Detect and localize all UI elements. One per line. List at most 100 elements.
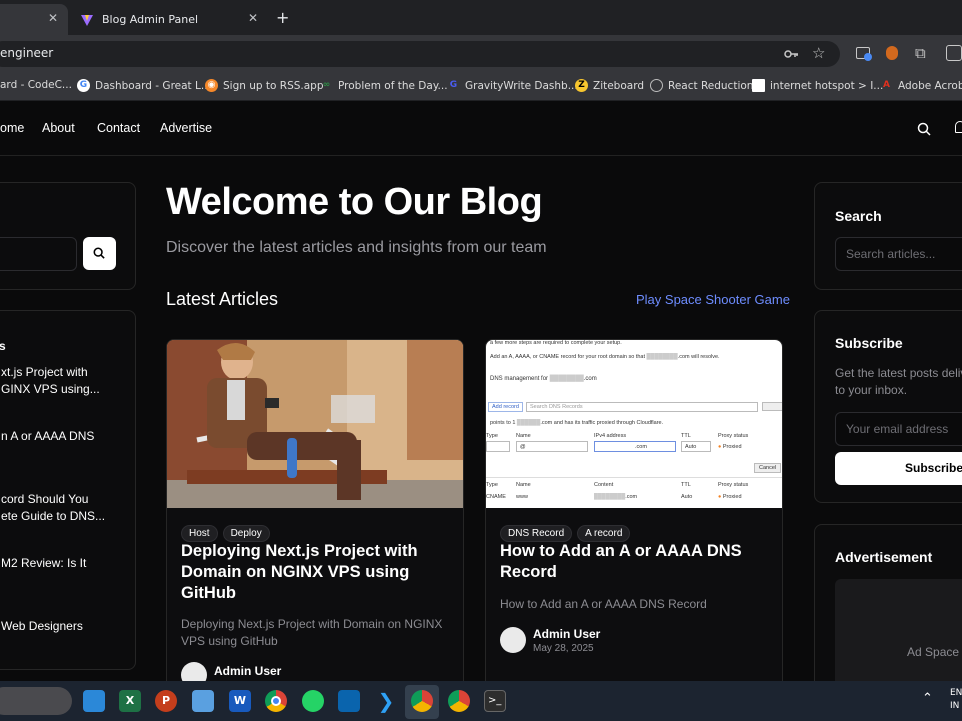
address-bar[interactable]: engineer ☆ (0, 41, 840, 67)
ad-space[interactable]: Ad Space (835, 579, 962, 681)
desktop-monitor-icon[interactable] (83, 690, 105, 712)
browser-tab-blog-admin[interactable]: Blog Admin Panel ✕ (70, 4, 268, 35)
search-articles-input[interactable]: Search articles... (835, 237, 962, 271)
article-image-dns-screenshot: a few more steps are required to complet… (486, 340, 782, 508)
ziteboard-icon: Z (575, 79, 588, 92)
chrome-profile-2-icon[interactable] (448, 690, 470, 712)
recent-post-item[interactable]: n A or AAAA DNS (1, 428, 94, 445)
tag-a-record[interactable]: A record (577, 525, 631, 542)
right-search-panel: Search Search articles... (814, 182, 962, 290)
article-image-man-on-bench (167, 340, 463, 508)
nav-about[interactable]: About (42, 121, 75, 135)
outlook-icon[interactable] (338, 690, 360, 712)
terminal-icon[interactable]: >_ (484, 690, 506, 712)
bookmark-item[interactable]: ard - CodeC... (0, 79, 72, 91)
browser-tab-strip: ✕ Blog Admin Panel ✕ + (0, 0, 962, 35)
address-toolbar: engineer ☆ ⧉ (0, 35, 962, 72)
latest-articles-heading: Latest Articles (166, 289, 279, 309)
post-date: May 28, 2025 (533, 643, 594, 654)
whatsapp-icon[interactable] (302, 690, 324, 712)
author-avatar (500, 627, 526, 653)
web-page: ome About Contact Advertise s xt.js Proj… (0, 101, 962, 681)
bookmark-item[interactable]: AAdobe Acroba (880, 79, 962, 92)
url-text: engineer (0, 46, 54, 60)
adobe-acrobat-icon: A (883, 80, 890, 90)
tag-dns-record[interactable]: DNS Record (500, 525, 573, 542)
search-icon[interactable] (917, 122, 931, 136)
subscribe-text: to your inbox. (835, 383, 908, 397)
vite-logo-icon (81, 14, 93, 26)
article-excerpt: How to Add an A or AAAA DNS Record (500, 597, 707, 611)
tray-chevron-icon[interactable]: ⌃ (922, 691, 933, 706)
subscribe-panel: Subscribe Get the latest posts deliv to … (814, 310, 962, 503)
bookmark-item[interactable]: ◉ Sign up to RSS.app (205, 79, 324, 92)
gfg-icon: ∞ (322, 80, 331, 90)
extension-cast-icon[interactable] (856, 47, 872, 61)
rss-icon: ◉ (205, 79, 218, 92)
left-search-input[interactable] (0, 237, 77, 271)
article-card[interactable]: a few more steps are required to complet… (485, 339, 783, 681)
bookmark-item[interactable]: Z Ziteboard (575, 79, 644, 92)
gravitywrite-icon: G (449, 80, 458, 90)
article-tags: Host Deploy (181, 521, 275, 542)
tag-deploy[interactable]: Deploy (222, 525, 270, 542)
browser-tab-active[interactable]: ✕ (0, 4, 68, 35)
left-search-button[interactable] (83, 237, 116, 270)
word-icon[interactable]: W (229, 690, 251, 712)
left-search-panel (0, 182, 136, 290)
subscribe-text: Get the latest posts deliv (835, 366, 962, 380)
article-tags: DNS Record A record (500, 521, 635, 542)
excel-icon[interactable]: X (119, 690, 141, 712)
nav-contact[interactable]: Contact (97, 121, 140, 135)
password-key-icon[interactable] (783, 46, 799, 62)
article-card[interactable]: Host Deploy Deploying Next.js Project wit… (166, 339, 464, 681)
tag-host[interactable]: Host (181, 525, 218, 542)
powerpoint-icon[interactable]: P (155, 690, 177, 712)
ad-space-label: Ad Space (907, 645, 960, 659)
recent-post-item[interactable]: xt.js Project with GINX VPS using... (1, 364, 100, 398)
page-icon (752, 79, 765, 92)
article-title[interactable]: How to Add an A or AAAA DNS Record (500, 541, 760, 583)
search-heading: Search (835, 208, 882, 224)
email-field[interactable]: Your email address (835, 412, 962, 446)
tab-label: Blog Admin Panel (102, 13, 199, 26)
article-excerpt: Deploying Next.js Project with Domain on… (181, 617, 443, 648)
chrome-profile-icon[interactable] (411, 690, 433, 712)
left-recent-posts-panel: s xt.js Project with GINX VPS using... n… (0, 310, 136, 670)
language-indicator[interactable]: EN IN (950, 687, 962, 713)
notepad-icon[interactable] (192, 690, 214, 712)
chrome-icon[interactable] (265, 690, 287, 712)
bookmark-star-icon[interactable]: ☆ (812, 44, 825, 62)
extensions-puzzle-icon[interactable]: ⧉ (915, 44, 926, 62)
windows-taskbar: X P W ❯ >_ ⌃ EN IN (0, 681, 962, 721)
recent-post-item[interactable]: M2 Review: Is It (1, 555, 86, 572)
advertisement-heading: Advertisement (835, 549, 933, 565)
vscode-icon[interactable]: ❯ (375, 690, 397, 712)
author-name: Admin User (214, 664, 282, 678)
subscribe-button[interactable]: Subscribe (835, 452, 962, 485)
bookmark-item[interactable]: internet hotspot > I... (752, 79, 883, 92)
recent-post-item[interactable]: cord Should You ete Guide to DNS... (1, 491, 105, 525)
play-game-link[interactable]: Play Space Shooter Game (636, 292, 790, 307)
globe-icon (650, 79, 663, 92)
nav-advertise[interactable]: Advertise (160, 121, 212, 135)
hero-title: Welcome to Our Blog (166, 181, 543, 223)
advertisement-panel: Advertisement Ad Space (814, 524, 962, 681)
recent-post-item[interactable]: Web Designers (1, 618, 83, 635)
extension-bug-icon[interactable] (886, 46, 898, 60)
close-tab-icon[interactable]: ✕ (48, 11, 58, 25)
new-tab-button[interactable]: + (276, 8, 289, 27)
author-name: Admin User (533, 627, 601, 641)
article-title[interactable]: Deploying Next.js Project with Domain on… (181, 541, 441, 604)
nav-home[interactable]: ome (0, 121, 24, 135)
bookmarks-bar: ard - CodeC... G Dashboard - Great L... ◉… (0, 72, 962, 101)
recent-posts-heading: s (0, 339, 6, 353)
close-tab-icon[interactable]: ✕ (248, 11, 258, 25)
bookmark-item[interactable]: G Dashboard - Great L... (77, 79, 211, 92)
profile-icon[interactable] (946, 45, 962, 61)
taskbar-search-box[interactable] (0, 687, 72, 715)
notification-bell-icon[interactable] (955, 121, 962, 133)
bookmark-item[interactable]: React Reduction (650, 79, 753, 92)
bookmark-item[interactable]: G GravityWrite Dashb... (447, 79, 578, 92)
bookmark-item[interactable]: ∞ Problem of the Day... (320, 79, 448, 92)
